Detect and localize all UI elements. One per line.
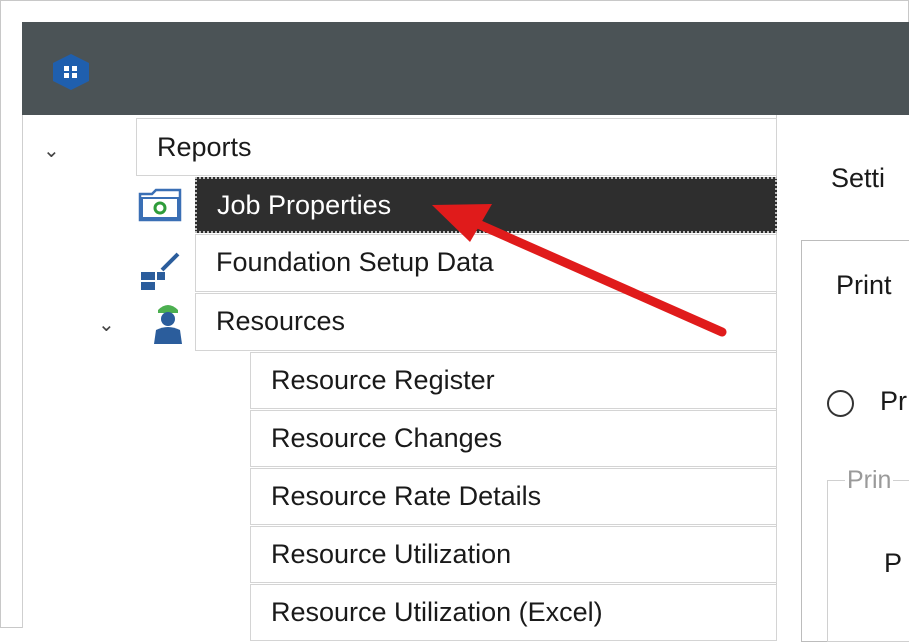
print-option-radio[interactable] (827, 390, 854, 417)
tree-item-reports[interactable]: Reports (136, 118, 777, 176)
tree-item-resource-utilization-excel[interactable]: Resource Utilization (Excel) (250, 584, 777, 641)
tree-item-resources[interactable]: Resources (195, 293, 777, 351)
title-bar (22, 22, 909, 115)
print-option-label[interactable]: Pr (880, 386, 907, 417)
tree-item-resource-changes[interactable]: Resource Changes (250, 410, 777, 467)
print-label: Print (836, 270, 892, 300)
tree-item-foundation-setup-data[interactable]: Foundation Setup Data (195, 234, 777, 292)
worker-icon (154, 305, 182, 344)
setup-data-icon (141, 252, 180, 290)
tree-item-resource-rate-details[interactable]: Resource Rate Details (250, 468, 777, 525)
tree-item-resource-register[interactable]: Resource Register (250, 352, 777, 409)
tree-item-job-properties[interactable]: Job Properties (195, 177, 777, 233)
print-options-text: P (884, 548, 903, 578)
collapse-reports-chevron-icon[interactable]: ⌄ (43, 138, 60, 163)
settings-label: Setti (831, 163, 886, 193)
app-logo-icon (53, 54, 89, 90)
print-options-legend: Prin (845, 466, 894, 495)
folder-settings-icon (138, 188, 182, 222)
tree-item-resource-utilization[interactable]: Resource Utilization (250, 526, 777, 583)
panel-splitter[interactable] (776, 115, 788, 628)
collapse-resources-chevron-icon[interactable]: ⌄ (98, 312, 115, 337)
